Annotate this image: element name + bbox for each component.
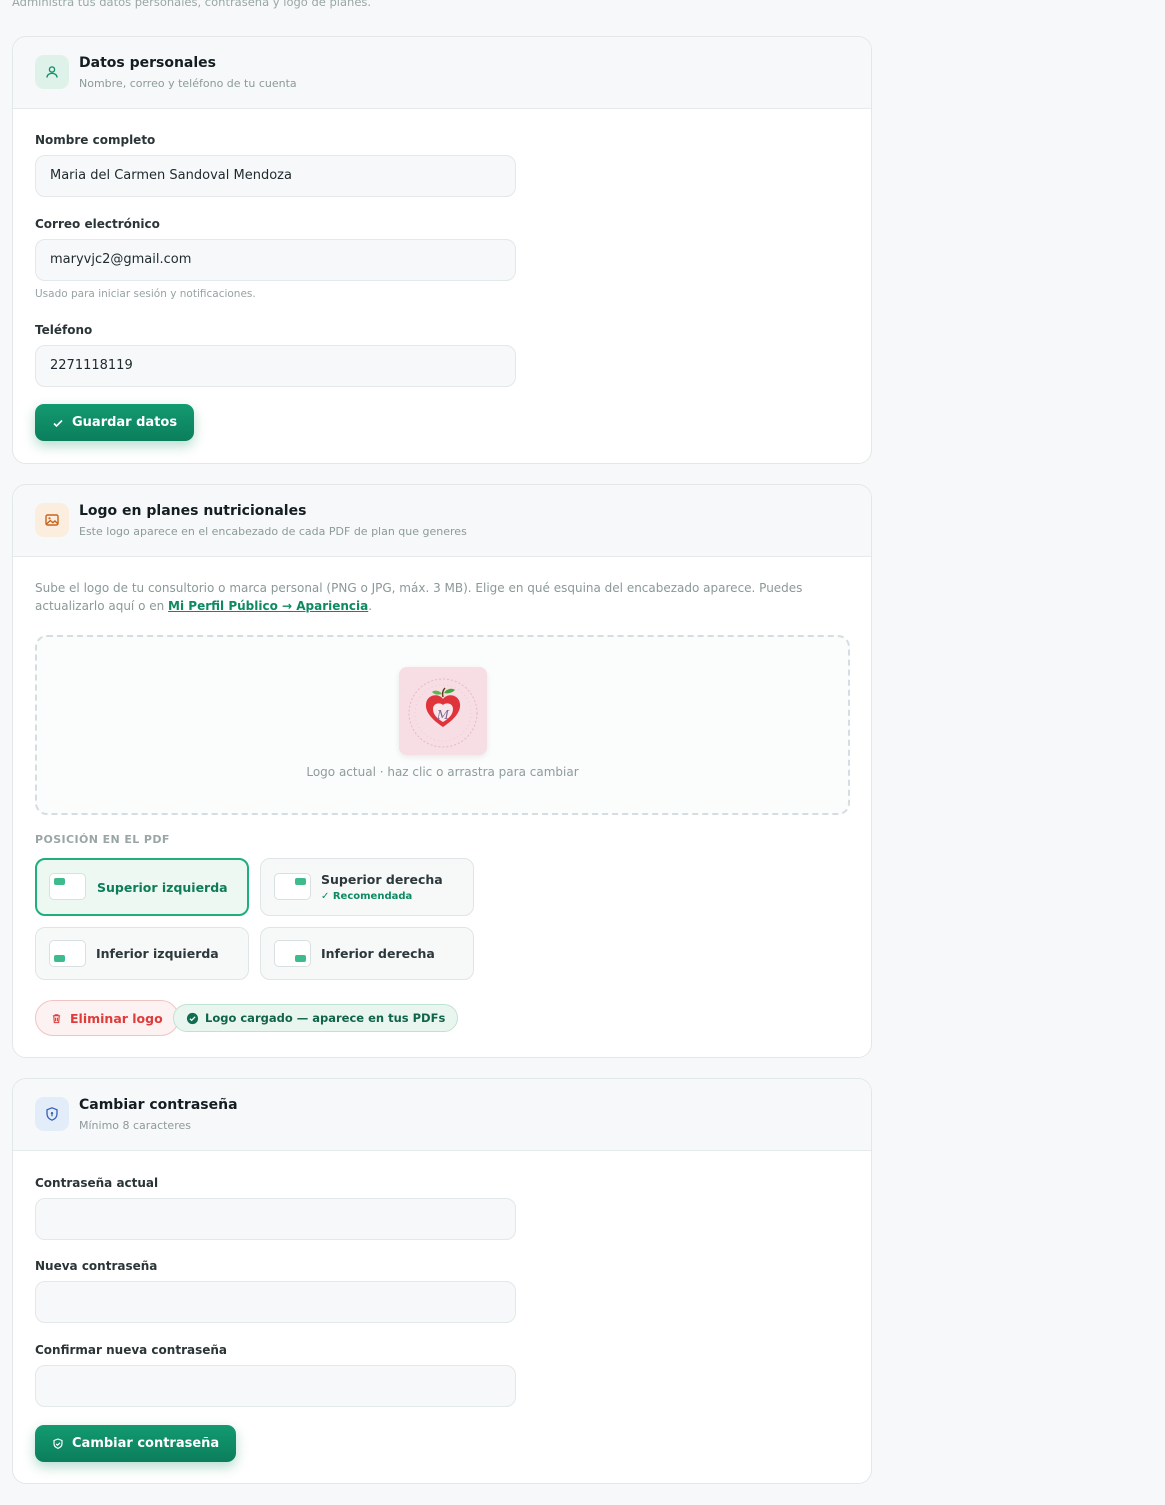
email-hint: Usado para iniciar sesión y notificacion… (35, 288, 256, 300)
card-title: Cambiar contraseña (79, 1097, 238, 1113)
card-subtitle: Este logo aparece en el encabezado de ca… (79, 525, 467, 538)
save-data-button[interactable]: Guardar datos (35, 404, 195, 441)
position-label: Superior derecha (321, 872, 443, 887)
personal-data-header: Datos personales Nombre, correo y teléfo… (13, 37, 871, 109)
current-password-input[interactable] (35, 1198, 516, 1240)
page-subtitle: Administra tus datos personales, contras… (12, 0, 372, 9)
position-preview-icon (49, 940, 86, 967)
phone-label: Teléfono (35, 323, 93, 337)
check-icon (53, 419, 63, 427)
shield-check-icon (53, 1437, 63, 1449)
confirm-password-input[interactable] (35, 1365, 516, 1407)
name-input[interactable]: Maria del Carmen Sandoval Mendoza (35, 155, 516, 197)
position-preview-icon (49, 873, 86, 900)
card-title: Logo en planes nutricionales (79, 503, 307, 519)
recommended-note: ✓ Recomendada (321, 891, 413, 902)
current-logo-image: M (399, 667, 487, 755)
logo-status-badge: Logo cargado — aparece en tus PDFs (173, 1004, 459, 1032)
position-top-left[interactable]: Superior izquierda (35, 858, 249, 916)
password-header: Cambiar contraseña Mínimo 8 caracteres (13, 1079, 871, 1151)
password-card: Cambiar contraseña Mínimo 8 caracteres C… (12, 1078, 872, 1484)
position-bottom-left[interactable]: Inferior izquierda (35, 927, 249, 980)
position-heading: POSICIÓN EN EL PDF (35, 833, 170, 846)
logo-card: Logo en planes nutricionales Este logo a… (12, 484, 872, 1058)
logo-status-label: Logo cargado — aparece en tus PDFs (205, 1011, 446, 1025)
dropzone-caption: Logo actual · haz clic o arrastra para c… (306, 765, 579, 779)
confirm-password-label: Confirmar nueva contraseña (35, 1343, 227, 1357)
change-password-label: Cambiar contraseña (72, 1436, 220, 1451)
check-circle-icon (186, 1012, 199, 1024)
card-title: Datos personales (79, 55, 216, 71)
position-label: Inferior derecha (321, 946, 435, 961)
phone-input[interactable]: 2271118119 (35, 345, 516, 387)
delete-logo-button[interactable]: Eliminar logo (35, 1000, 179, 1036)
email-label: Correo electrónico (35, 217, 160, 231)
public-profile-link[interactable]: Mi Perfil Público → Apariencia (168, 599, 368, 613)
logo-header: Logo en planes nutricionales Este logo a… (13, 485, 871, 557)
new-password-input[interactable] (35, 1281, 516, 1323)
position-label: Inferior izquierda (96, 946, 219, 961)
card-subtitle: Nombre, correo y teléfono de tu cuenta (79, 77, 297, 90)
personal-data-card: Datos personales Nombre, correo y teléfo… (12, 36, 872, 464)
delete-logo-label: Eliminar logo (70, 1010, 163, 1026)
position-preview-icon (274, 940, 311, 967)
change-password-button[interactable]: Cambiar contraseña (35, 1425, 237, 1462)
position-label: Superior izquierda (97, 880, 228, 895)
user-icon (35, 55, 69, 89)
logo-description: Sube el logo de tu consultorio o marca p… (35, 581, 803, 613)
card-subtitle: Mínimo 8 caracteres (79, 1119, 191, 1132)
trash-icon (52, 1013, 61, 1023)
svg-text:M: M (436, 708, 450, 722)
position-top-right[interactable]: Superior derecha ✓ Recomendada (260, 858, 474, 916)
image-icon (35, 503, 69, 537)
logo-dropzone[interactable]: M Logo actual · haz clic o arrastra para… (35, 635, 850, 815)
new-password-label: Nueva contraseña (35, 1259, 158, 1273)
current-password-label: Contraseña actual (35, 1176, 159, 1190)
email-input[interactable]: maryvjc2@gmail.com (35, 239, 516, 281)
shield-icon (35, 1097, 69, 1131)
save-data-label: Guardar datos (72, 415, 178, 430)
position-preview-icon (274, 873, 311, 900)
name-label: Nombre completo (35, 133, 156, 147)
position-bottom-right[interactable]: Inferior derecha (260, 927, 474, 980)
